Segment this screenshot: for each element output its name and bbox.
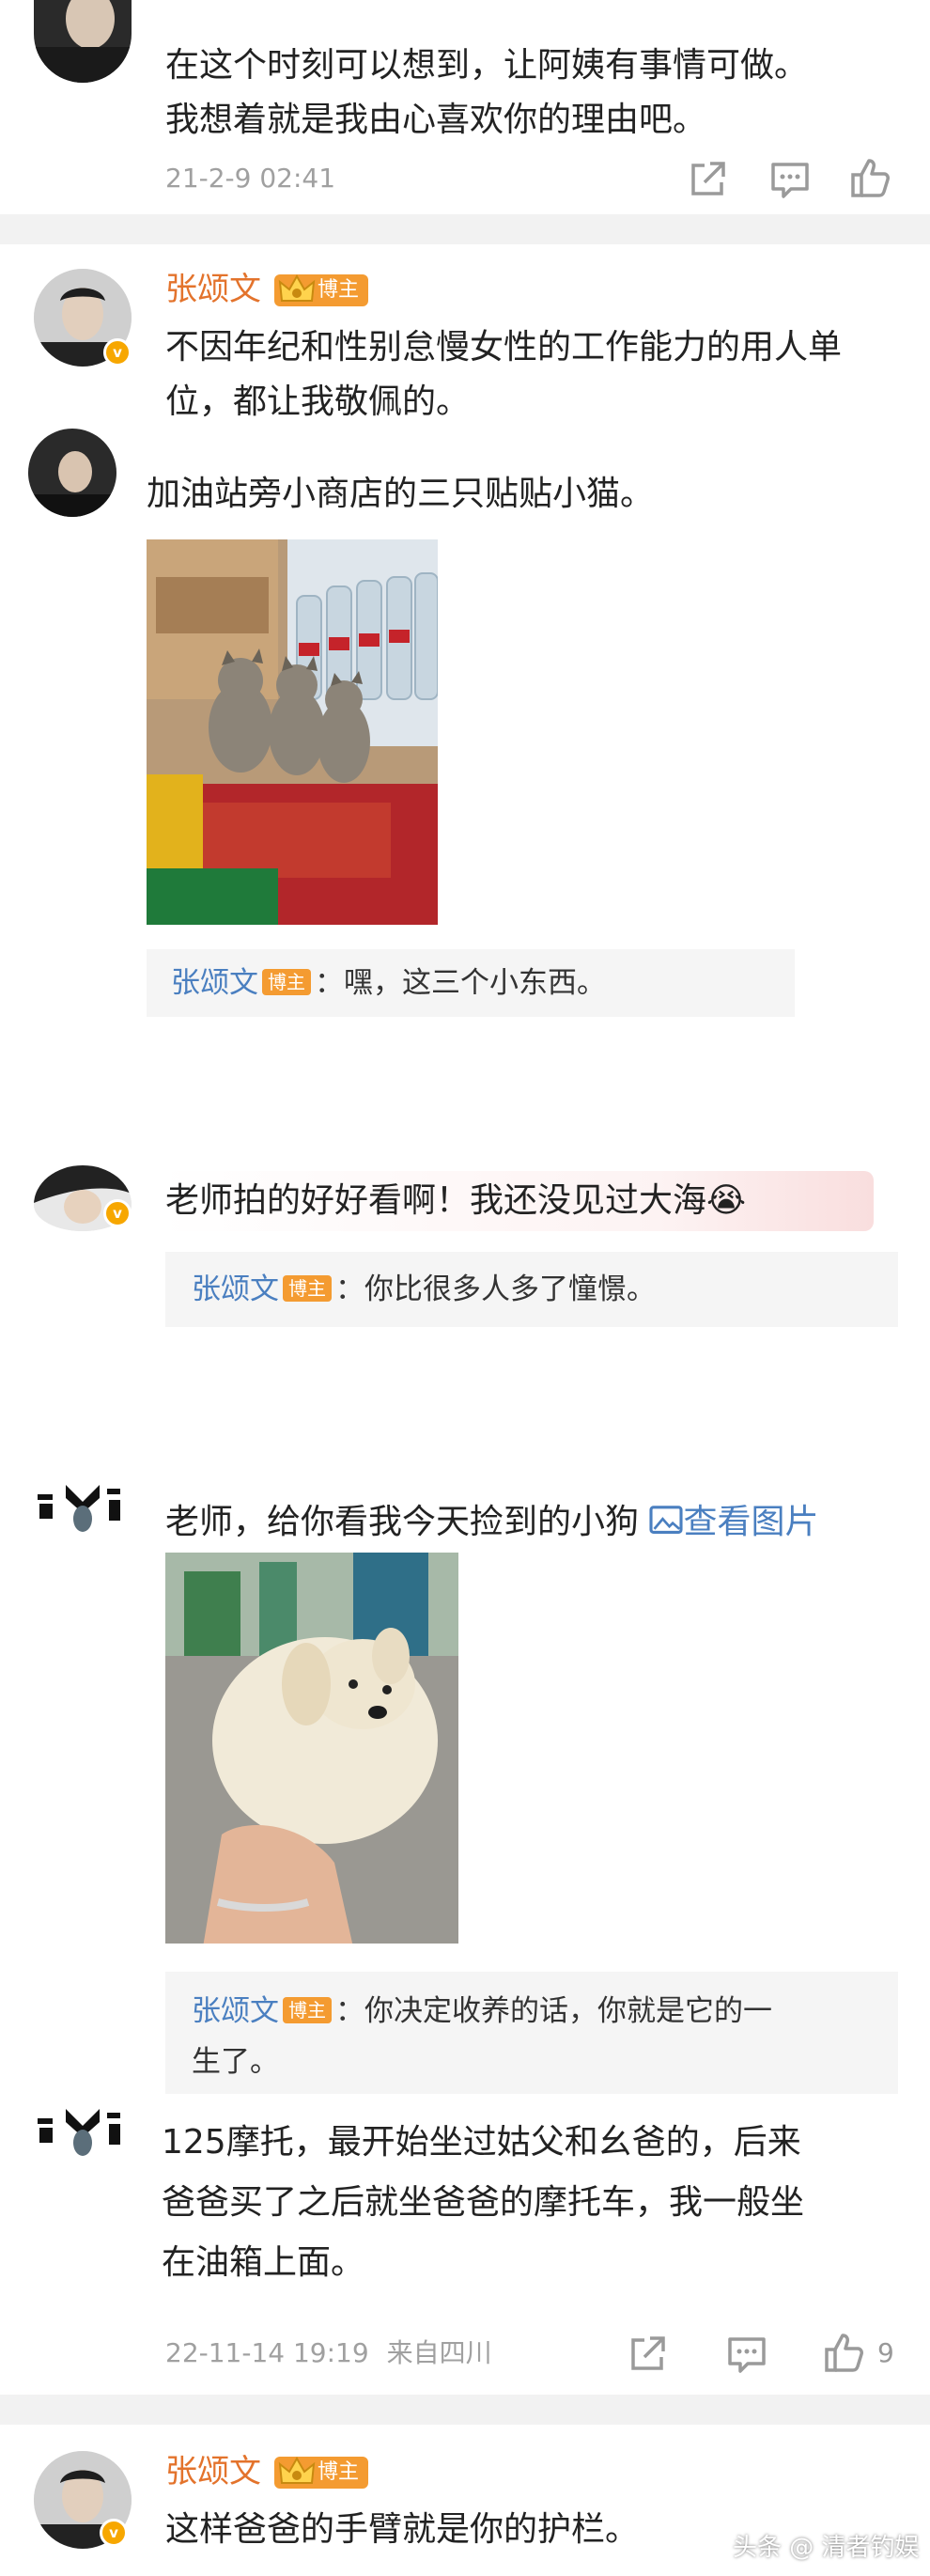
thumbs-up-icon[interactable]	[849, 156, 892, 199]
comment-text: 位，都让我敬佩的。	[165, 382, 471, 421]
thumbs-up-icon[interactable]	[823, 2331, 866, 2374]
reply-line: 张颂文 博主 ：你决定收养的话，你就是它的一	[192, 1985, 772, 2037]
comment-icon[interactable]	[725, 2333, 768, 2376]
verified-badge-icon: v	[103, 338, 132, 367]
timestamp-value: 22-11-14 19:19	[165, 2337, 369, 2368]
image-icon	[649, 1506, 684, 1534]
comment-text: 加油站旁小商店的三只贴贴小猫。	[147, 475, 655, 513]
view-image-label: 查看图片	[683, 1503, 819, 1541]
comment-text: 不因年纪和性别怠慢女性的工作能力的用人单	[165, 328, 843, 367]
reply-author[interactable]: 张颂文	[171, 966, 258, 1000]
comment-body: 老师拍的好好看啊！我还没见过大海	[165, 1181, 707, 1220]
reply-line: 张颂文 博主 ：你比很多人多了憧憬。	[192, 1263, 656, 1316]
avatar[interactable]	[28, 429, 116, 517]
puppy-photo[interactable]	[165, 1553, 458, 1944]
bozhu-label: 博主	[318, 2460, 360, 2484]
avatar[interactable]	[34, 0, 132, 83]
author-name[interactable]: 张颂文	[165, 269, 261, 310]
crown-icon	[278, 2456, 316, 2484]
comment-text: 在油箱上面。	[162, 2243, 365, 2282]
comment-text: 老师拍的好好看啊！我还没见过大海😭	[165, 1173, 746, 1229]
crying-emoji: 😭	[706, 1181, 747, 1220]
verified-badge-icon: v	[100, 2519, 128, 2547]
avatar[interactable]	[28, 1475, 133, 1539]
bozhu-badge: 博主	[274, 2456, 369, 2489]
bozhu-badge: 博主	[274, 273, 369, 306]
separator	[0, 214, 930, 244]
timestamp: 22-11-14 19:19 来自四川	[165, 2334, 492, 2372]
view-image-link[interactable]: 查看图片	[649, 1503, 818, 1541]
bozhu-badge: 博主	[262, 969, 311, 995]
share-icon[interactable]	[686, 158, 729, 201]
comment-text: 我想着就是我由心喜欢你的理由吧。	[165, 101, 707, 139]
comment-text: 老师，给你看我今天捡到的小狗 查看图片	[165, 1494, 818, 1551]
watermark: 头条 @ 清者钓娱	[733, 2534, 920, 2562]
like-count: 9	[877, 2337, 894, 2368]
comment-text: 125摩托，最开始坐过姑父和幺爸的，后来	[162, 2123, 801, 2162]
comment-text: 爸爸买了之后就坐爸爸的摩托车，我一般坐	[162, 2183, 805, 2222]
crown-icon	[278, 273, 316, 302]
reply-author[interactable]: 张颂文	[192, 1272, 279, 1306]
bozhu-label: 博主	[318, 278, 360, 302]
share-icon[interactable]	[626, 2333, 669, 2376]
location: 来自四川	[386, 2337, 492, 2368]
comment-text: 在这个时刻可以想到，让阿姨有事情可做。	[165, 46, 809, 85]
reply-line: 生了。	[192, 2045, 279, 2079]
comment-text: 这样爸爸的手臂就是你的护栏。	[165, 2510, 640, 2549]
reply-author[interactable]: 张颂文	[192, 1994, 279, 2028]
bozhu-badge: 博主	[283, 1997, 332, 2023]
reply-text: ：嘿，这三个小东西。	[315, 966, 606, 1000]
bozhu-badge: 博主	[283, 1275, 332, 1302]
comment-body: 老师，给你看我今天捡到的小狗	[165, 1503, 640, 1541]
reply-text: ：你决定收养的话，你就是它的一	[335, 1994, 772, 2028]
separator	[0, 2395, 930, 2425]
reply-text: ：你比很多人多了憧憬。	[335, 1272, 656, 1306]
reply-line: 张颂文 博主 ：嘿，这三个小东西。	[171, 957, 606, 1009]
timestamp: 21-2-9 02:41	[165, 163, 336, 194]
author-name[interactable]: 张颂文	[165, 2451, 261, 2492]
verified-badge-icon: v	[103, 1199, 132, 1227]
cats-photo[interactable]	[147, 539, 438, 925]
comment-icon[interactable]	[768, 158, 812, 201]
avatar[interactable]	[28, 2100, 133, 2163]
